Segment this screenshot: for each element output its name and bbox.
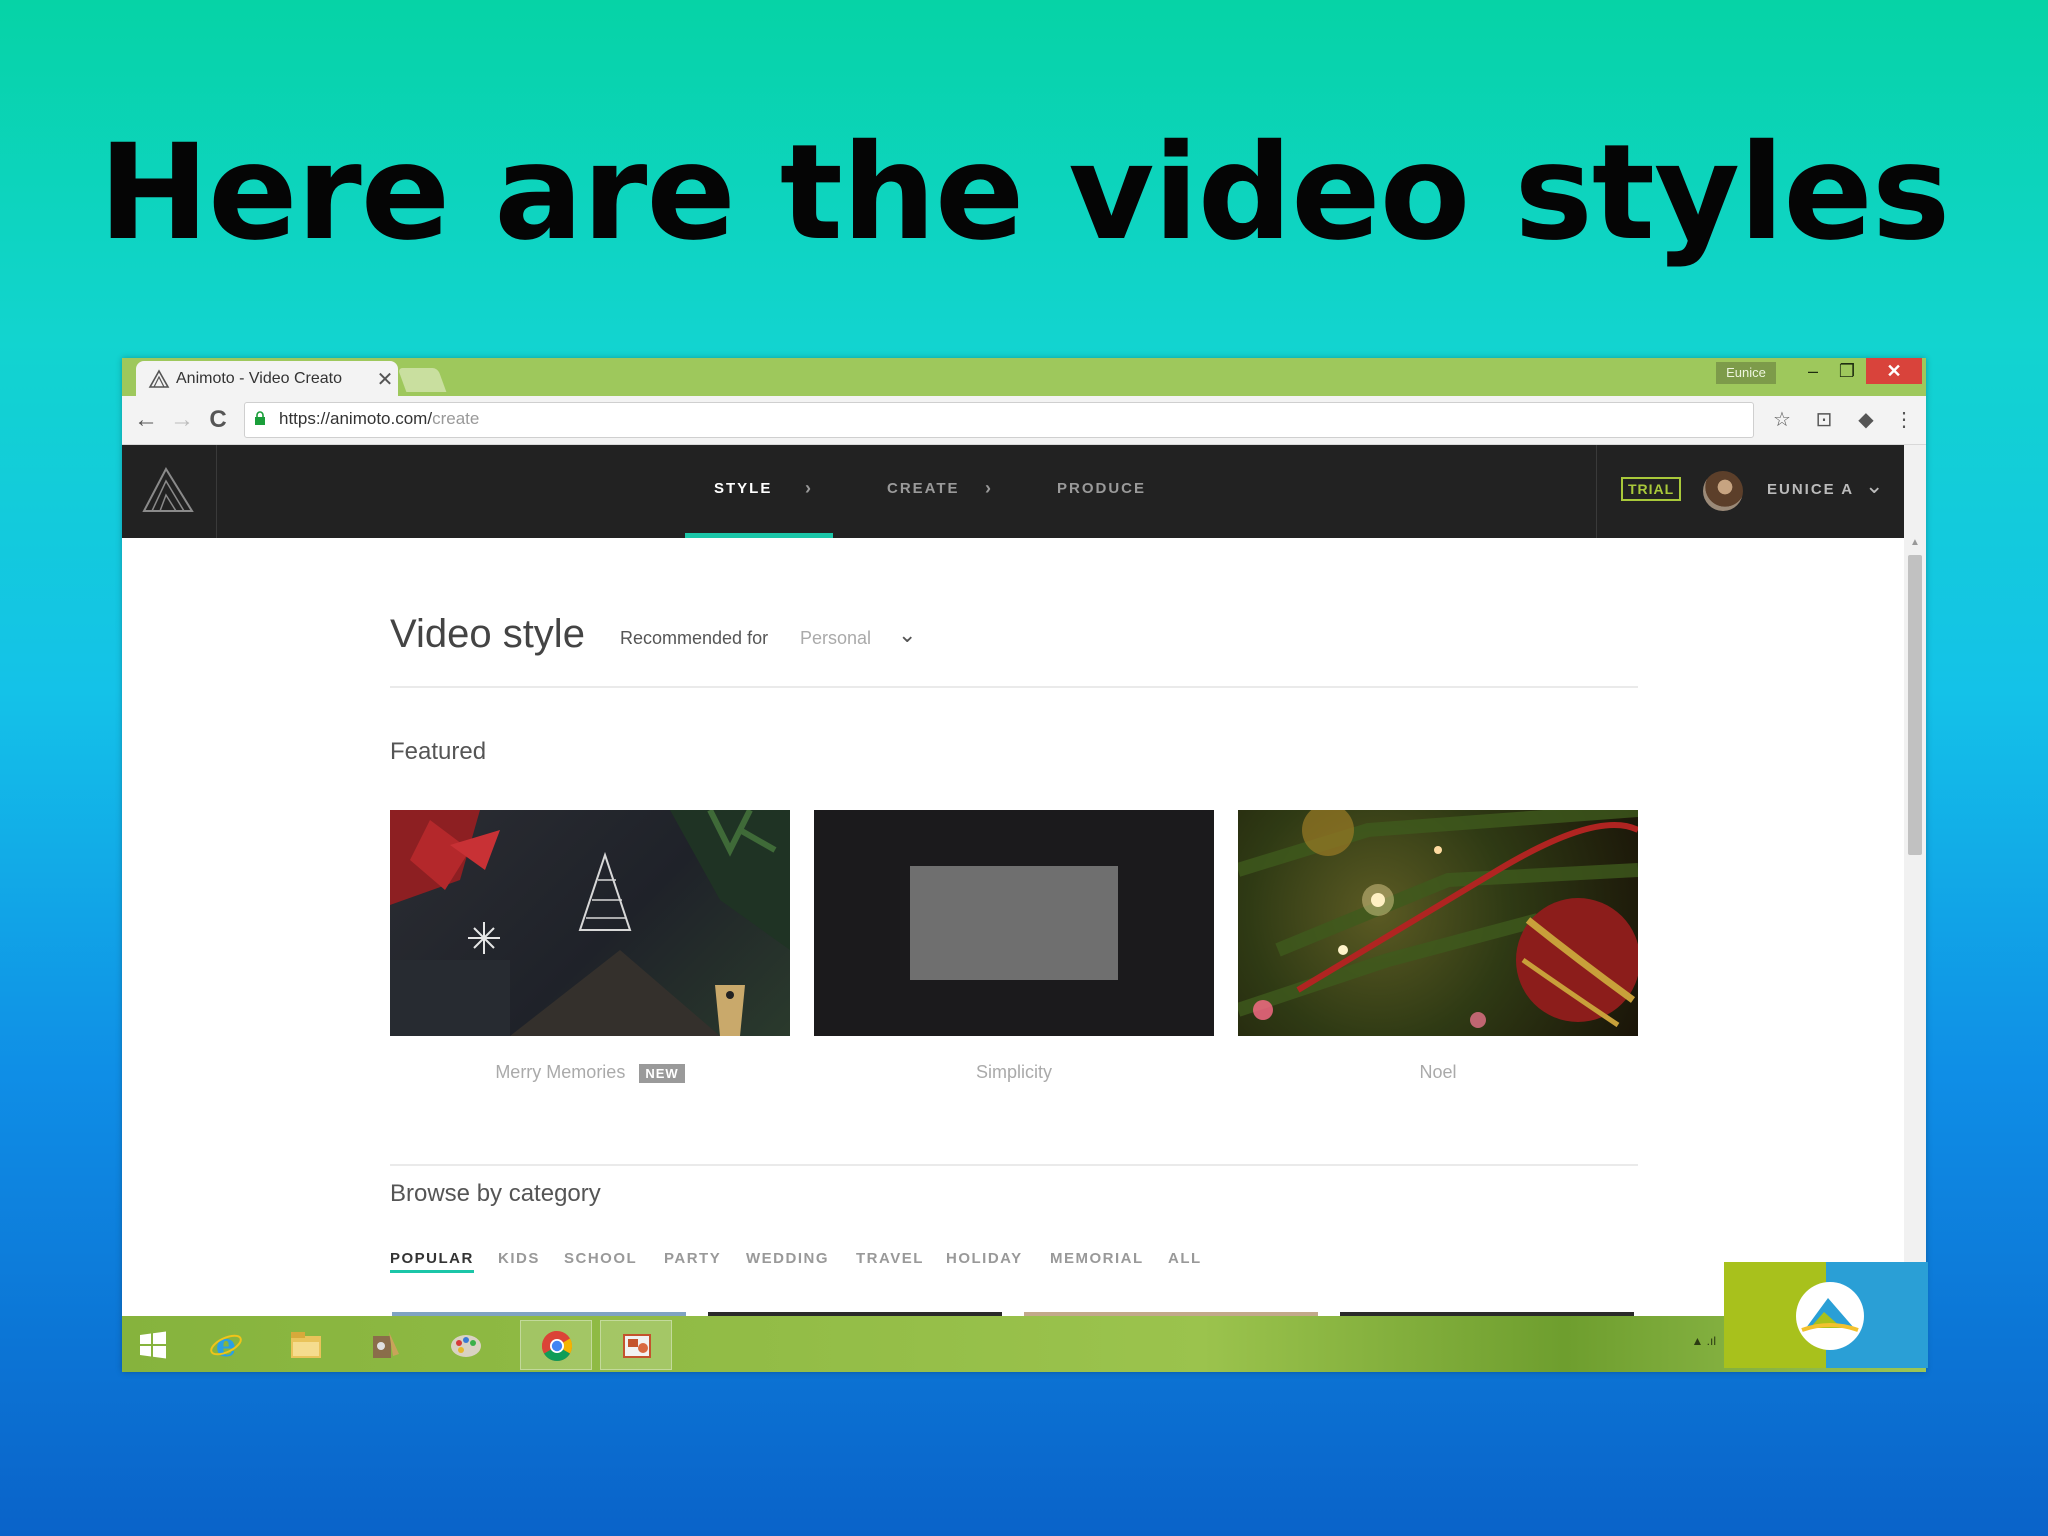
svg-text:e: e — [216, 1328, 236, 1362]
paint-app-icon — [373, 1332, 399, 1358]
extension-icon[interactable]: ⊡ — [1810, 406, 1838, 434]
recommended-label: Recommended for — [620, 628, 769, 648]
taskbar-internet-explorer[interactable]: e — [190, 1320, 260, 1368]
account-name[interactable]: EUNICE A — [1767, 481, 1854, 498]
file-explorer-icon — [291, 1332, 321, 1358]
animoto-favicon-icon — [148, 369, 170, 388]
windows-taskbar: e ▲ .ıl — [122, 1316, 1926, 1372]
style-name-3: Noel — [1419, 1062, 1457, 1082]
step-create[interactable]: CREATE — [887, 480, 960, 497]
internet-explorer-icon: e — [210, 1328, 242, 1362]
taskbar-paint-app[interactable] — [350, 1320, 420, 1368]
divider — [390, 686, 1638, 688]
menu-icon[interactable]: ⋮ — [1890, 406, 1918, 434]
app-header: STYLE › CREATE › PRODUCE TRIAL EUNICE A … — [122, 445, 1904, 538]
category-holiday[interactable]: HOLIDAY — [946, 1250, 1023, 1267]
page-title: Video style — [390, 612, 585, 656]
account-area: TRIAL EUNICE A ⌄ — [1596, 445, 1905, 538]
taskbar-paint-palette[interactable] — [430, 1320, 500, 1368]
corner-logo-mark — [1724, 1262, 1928, 1368]
animoto-logo-icon — [142, 466, 194, 512]
featured-heading: Featured — [390, 738, 487, 765]
system-tray[interactable]: ▲ .ıl — [1691, 1334, 1716, 1348]
simplicity-thumbnail[interactable] — [814, 810, 1214, 1036]
corner-logo — [1724, 1262, 1928, 1368]
chrome-icon — [541, 1331, 573, 1362]
forward-icon[interactable]: → — [166, 404, 198, 436]
style-card-merry-memories[interactable]: Merry Memories NEW — [390, 810, 790, 1083]
noel-thumbnail[interactable] — [1238, 810, 1638, 1036]
browser-tab-strip: Animoto - Video Creato ✕ Eunice – ❐ ✕ — [122, 358, 1926, 397]
taskbar-chrome[interactable] — [520, 1320, 592, 1370]
back-icon[interactable]: ← — [130, 404, 162, 436]
page-scrollbar[interactable]: ▲ — [1904, 445, 1926, 1345]
simplicity-placeholder-frame — [910, 866, 1118, 980]
category-party[interactable]: PARTY — [664, 1250, 721, 1267]
category-kids[interactable]: KIDS — [498, 1250, 540, 1267]
browser-tab[interactable]: Animoto - Video Creato ✕ — [136, 361, 398, 397]
category-popular[interactable]: POPULAR — [390, 1250, 474, 1273]
noel-art — [1238, 810, 1638, 1028]
trial-badge[interactable]: TRIAL — [1621, 477, 1682, 501]
profile-chip[interactable]: Eunice — [1716, 362, 1776, 384]
chevron-down-icon[interactable]: ⌄ — [1865, 473, 1883, 499]
divider-2 — [390, 1164, 1638, 1166]
step-produce[interactable]: PRODUCE — [1057, 480, 1146, 497]
browse-heading: Browse by category — [390, 1180, 601, 1207]
screenshot: Animoto - Video Creato ✕ Eunice – ❐ ✕ ← … — [122, 358, 1926, 1372]
extension-icon-2[interactable]: ◆ — [1852, 406, 1880, 434]
tab-close-icon[interactable]: ✕ — [372, 367, 398, 392]
scroll-up-arrow-icon[interactable]: ▲ — [1908, 537, 1922, 549]
powerpoint-icon — [623, 1334, 651, 1358]
recommended-select[interactable]: Personal — [800, 628, 871, 649]
reload-icon[interactable]: C — [202, 404, 234, 436]
scrollbar-thumb[interactable] — [1908, 555, 1922, 855]
step-style[interactable]: STYLE — [714, 480, 772, 497]
chevron-right-icon: › — [805, 478, 811, 498]
category-school[interactable]: SCHOOL — [564, 1250, 637, 1267]
chevron-down-icon-2[interactable]: ⌄ — [898, 622, 916, 648]
start-button[interactable] — [122, 1320, 182, 1368]
chevron-right-icon-2: › — [985, 478, 991, 498]
style-name-2: Simplicity — [975, 1062, 1052, 1082]
address-row: ← → C https://animoto.com/create ☆ ⊡ ◆ ⋮ — [122, 396, 1926, 445]
minimize-button[interactable]: – — [1796, 358, 1830, 384]
style-card-simplicity[interactable]: Simplicity — [814, 810, 1214, 1083]
slide-title: Here are the video styles — [98, 116, 1951, 270]
restore-button[interactable]: ❐ — [1830, 358, 1864, 384]
taskbar-powerpoint[interactable] — [600, 1320, 672, 1370]
address-bar[interactable]: https://animoto.com/create — [244, 402, 1754, 438]
style-card-noel[interactable]: Noel — [1238, 810, 1638, 1083]
category-travel[interactable]: TRAVEL — [856, 1250, 924, 1267]
animoto-logo[interactable] — [122, 445, 217, 538]
url-host: https://animoto.com/ — [279, 409, 433, 428]
paint-palette-icon — [451, 1335, 481, 1357]
close-window-button[interactable]: ✕ — [1866, 358, 1922, 384]
avatar[interactable] — [1703, 471, 1743, 511]
taskbar-file-explorer[interactable] — [270, 1320, 340, 1368]
merry-memories-art — [390, 810, 790, 1036]
url-text: https://animoto.com/create — [279, 409, 479, 429]
category-memorial[interactable]: MEMORIAL — [1050, 1250, 1144, 1267]
active-step-indicator — [685, 533, 833, 538]
start-icon — [140, 1331, 166, 1359]
lock-icon — [255, 411, 265, 425]
new-tab-button[interactable] — [397, 368, 447, 392]
merry-memories-thumbnail[interactable] — [390, 810, 790, 1036]
new-badge: NEW — [639, 1064, 685, 1083]
category-all[interactable]: ALL — [1168, 1250, 1202, 1267]
url-path: create — [432, 409, 480, 428]
style-name-text: Merry Memories — [495, 1062, 626, 1082]
category-wedding[interactable]: WEDDING — [746, 1250, 829, 1267]
style-name: Merry Memories NEW — [390, 1062, 790, 1083]
star-icon[interactable]: ☆ — [1768, 406, 1796, 434]
tab-title: Animoto - Video Creato — [176, 370, 343, 387]
